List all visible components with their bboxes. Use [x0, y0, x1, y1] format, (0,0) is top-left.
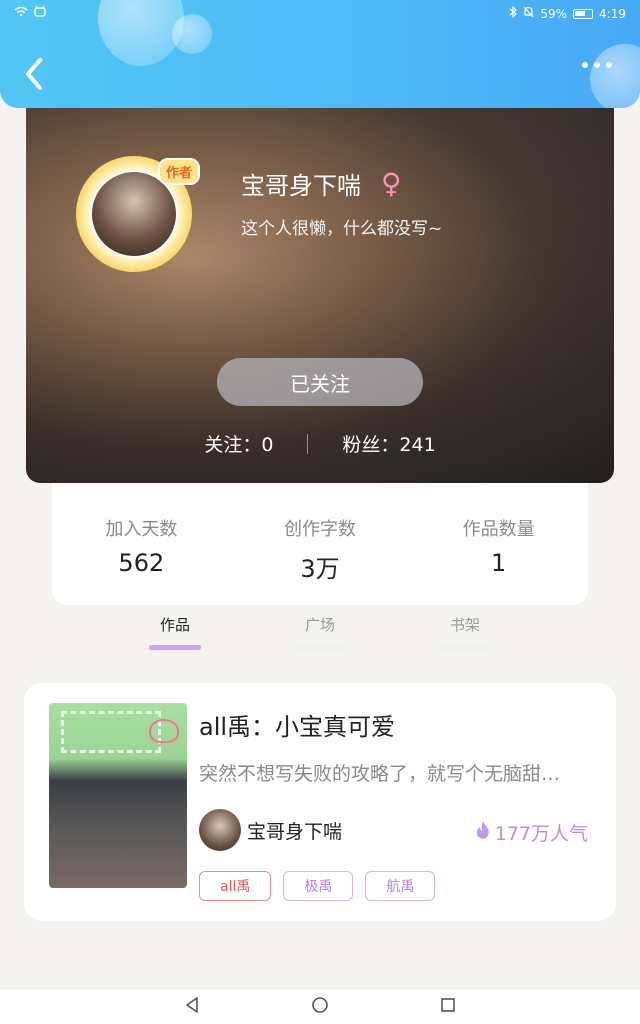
triangle-back-icon	[186, 997, 198, 1013]
system-nav-bar	[0, 990, 640, 1024]
back-button[interactable]	[20, 56, 50, 92]
tab-indicator	[149, 645, 201, 650]
flame-icon	[475, 820, 491, 845]
more-dot-icon	[594, 62, 600, 68]
tab-bookshelf[interactable]: 书架	[435, 614, 495, 650]
follow-button[interactable]: 已关注	[217, 358, 423, 406]
more-options-button[interactable]	[582, 62, 612, 68]
heart-icon	[149, 719, 179, 743]
author-badge: 作者	[157, 158, 200, 185]
divider	[307, 433, 309, 454]
stat-value: 562	[118, 549, 165, 577]
book-card[interactable]: all禹：小宝真可爱 突然不想写失败的攻略了，就写个无脑甜… 宝哥身下喘 177…	[24, 683, 616, 921]
profile-name-row: 宝哥身下喘 ♀	[241, 166, 402, 201]
status-bar: 59% 4:19	[0, 0, 640, 26]
avatar-frame[interactable]: 作者	[68, 148, 200, 280]
cover-frame-decor	[61, 711, 161, 753]
stat-join-days: 加入天数 562	[52, 483, 231, 605]
tab-label: 广场	[304, 616, 335, 634]
more-dot-icon	[582, 62, 588, 68]
author-name: 宝哥身下喘	[247, 820, 343, 843]
app-header: 59% 4:19	[0, 0, 640, 108]
author-avatar	[199, 809, 241, 851]
book-tags: all禹 极禹 航禹	[199, 871, 436, 901]
profile-card: 作者 宝哥身下喘 ♀ 这个人很懒，什么都没写~ 已关注 关注：0 粉丝：241	[26, 108, 614, 483]
profile-nickname: 宝哥身下喘	[241, 172, 361, 200]
followers-count[interactable]: 粉丝：241	[342, 430, 435, 457]
author-stats: 加入天数 562 创作字数 3万 作品数量 1	[52, 483, 588, 605]
book-description: 突然不想写失败的攻略了，就写个无脑甜…	[199, 763, 561, 785]
wifi-icon	[14, 6, 28, 20]
stat-label: 作品数量	[462, 519, 535, 540]
tab-indicator	[439, 645, 491, 650]
more-dot-icon	[606, 62, 612, 68]
battery-icon	[573, 8, 594, 19]
stat-value: 1	[491, 549, 507, 577]
battery-percent: 59%	[540, 6, 568, 21]
square-recents-icon	[441, 998, 455, 1012]
stat-label: 创作字数	[284, 519, 356, 540]
tab-square[interactable]: 广场	[290, 614, 350, 650]
tab-label: 作品	[159, 616, 190, 634]
book-cover[interactable]	[49, 703, 187, 888]
app-notification-icon	[34, 5, 46, 20]
tab-indicator	[294, 645, 346, 650]
nav-back-button[interactable]	[183, 996, 201, 1018]
stat-word-count: 创作字数 3万	[231, 483, 410, 605]
profile-bio: 这个人很懒，什么都没写~	[241, 219, 443, 239]
tag-pill[interactable]: all禹	[199, 871, 272, 901]
stat-work-count: 作品数量 1	[409, 483, 588, 605]
chevron-left-icon	[26, 58, 42, 90]
following-count[interactable]: 关注：0	[204, 430, 273, 457]
content-tabs: 作品 广场 书架	[0, 608, 640, 656]
mute-bell-icon	[523, 6, 534, 21]
female-gender-icon: ♀	[381, 167, 402, 200]
stat-label: 加入天数	[105, 519, 178, 540]
book-title[interactable]: all禹：小宝真可爱	[199, 707, 395, 742]
circle-home-icon	[312, 997, 328, 1013]
popularity: 177万人气	[475, 819, 588, 846]
tag-pill[interactable]: 航禹	[365, 871, 436, 901]
follow-counts: 关注：0 粉丝：241	[26, 430, 614, 457]
bluetooth-icon	[509, 5, 518, 21]
clock: 4:19	[599, 6, 626, 21]
book-author[interactable]: 宝哥身下喘	[199, 809, 342, 851]
nav-home-button[interactable]	[311, 996, 329, 1018]
stat-value: 3万	[300, 555, 340, 583]
popularity-value: 177万人气	[494, 823, 588, 845]
decor-bubble	[590, 44, 640, 108]
tab-label: 书架	[449, 616, 480, 634]
tag-pill[interactable]: 极禹	[283, 871, 354, 901]
tab-works[interactable]: 作品	[145, 614, 205, 650]
nav-recents-button[interactable]	[439, 996, 457, 1018]
